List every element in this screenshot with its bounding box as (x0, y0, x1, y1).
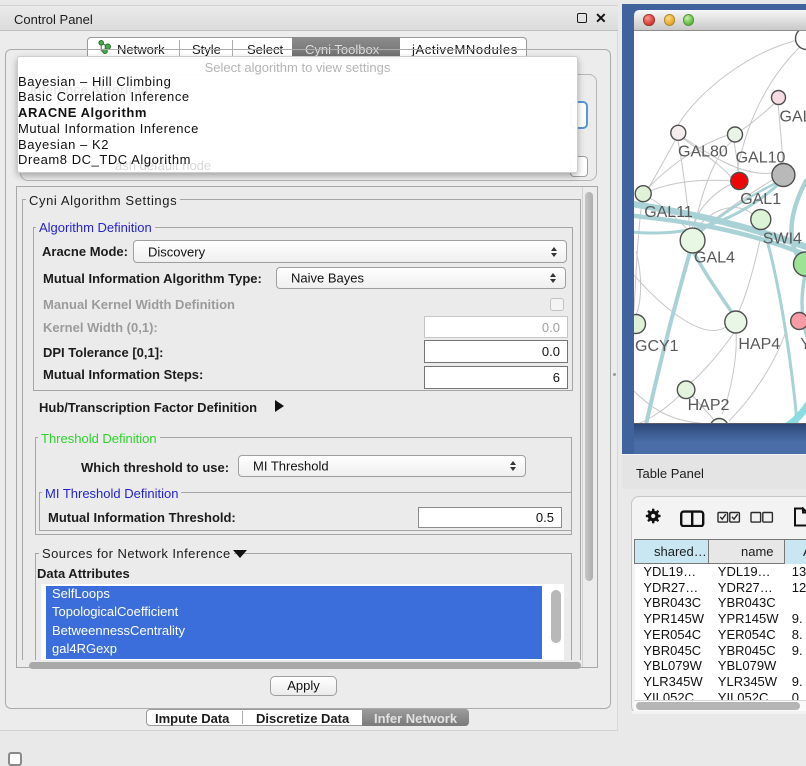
svg-text:GAL80: GAL80 (678, 143, 728, 160)
svg-text:HAP4: HAP4 (738, 336, 780, 353)
svg-text:GAL11: GAL11 (644, 204, 693, 221)
svg-text:GAL4: GAL4 (694, 249, 735, 266)
svg-text:GCY1: GCY1 (635, 338, 679, 355)
svg-text:GAL1: GAL1 (740, 190, 781, 207)
svg-text:Y: Y (800, 336, 806, 353)
svg-text:HAP2: HAP2 (688, 397, 730, 414)
svg-text:GAL: GAL (780, 108, 806, 125)
svg-text:GAL10: GAL10 (736, 149, 786, 166)
svg-text:SWI4: SWI4 (763, 230, 802, 247)
